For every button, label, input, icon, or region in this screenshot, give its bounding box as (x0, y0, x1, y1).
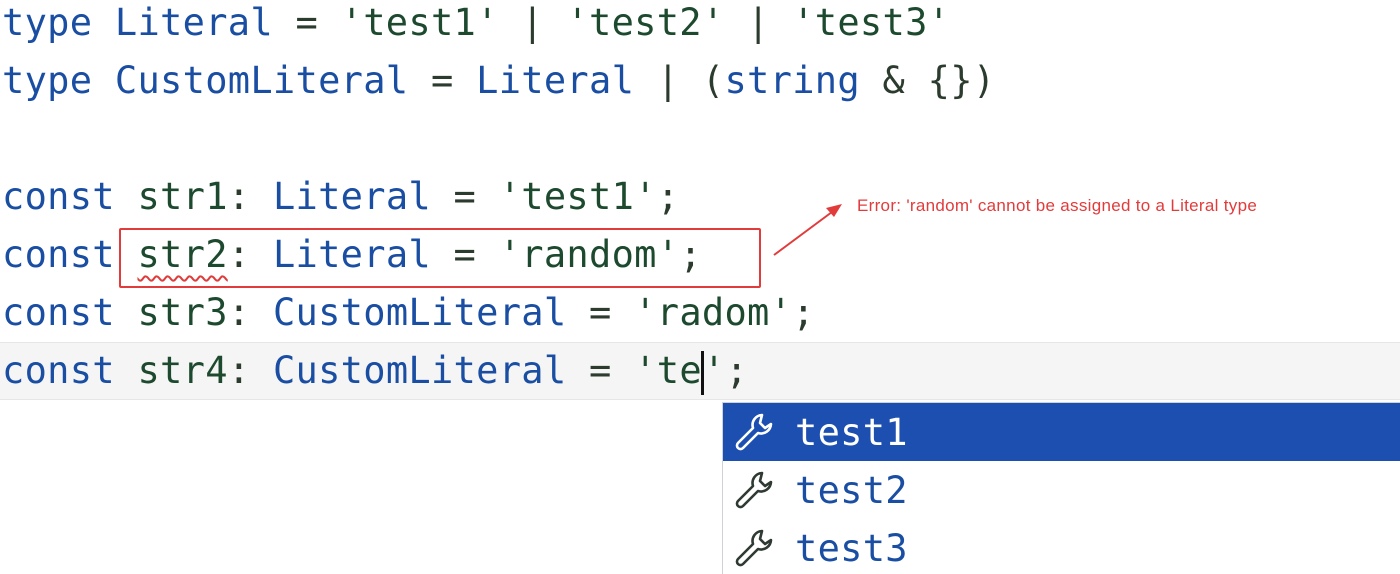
code-line-2[interactable]: type CustomLiteral = Literal | (string &… (2, 52, 995, 110)
operator: = (430, 59, 454, 102)
operator: | (656, 59, 680, 102)
error-highlight-box (119, 228, 761, 288)
colon: : (227, 349, 251, 392)
autocomplete-item-test2[interactable]: test2 (723, 461, 1400, 519)
wrench-icon (735, 471, 773, 509)
keyword: string (724, 59, 860, 102)
type-annotation: CustomLiteral (272, 349, 567, 392)
type-annotation: CustomLiteral (272, 291, 567, 334)
keyword: type (2, 59, 93, 102)
operator: = (295, 1, 319, 44)
string-literal-close: ' (702, 349, 726, 392)
operator: = (453, 175, 477, 218)
autocomplete-label: test2 (795, 468, 908, 512)
semicolon: ; (792, 291, 815, 334)
variable-name: str4 (137, 349, 228, 392)
string-literal: 'test1' (340, 1, 499, 44)
operator: = (589, 349, 612, 392)
semicolon: ; (725, 349, 749, 392)
string-literal: 'test1' (498, 175, 657, 218)
operator: = (589, 291, 612, 334)
keyword: const (2, 291, 115, 334)
colon: : (227, 175, 251, 218)
autocomplete-item-test1[interactable]: test1 (723, 403, 1400, 461)
code-line-7[interactable]: const str4: CustomLiteral = 'te'; (2, 342, 748, 400)
operator: & (882, 59, 906, 102)
variable-name: str3 (137, 291, 228, 334)
string-literal-partial: 'te (634, 349, 702, 392)
type-annotation: Literal (272, 175, 431, 218)
wrench-icon (735, 529, 773, 567)
code-editor[interactable]: type Literal = 'test1' | 'test2' | 'test… (0, 0, 1400, 574)
autocomplete-item-test3[interactable]: test3 (723, 519, 1400, 574)
variable-name: str1 (137, 175, 228, 218)
operator: | (521, 1, 544, 44)
string-literal: 'test3' (792, 1, 951, 44)
object-literal: {} (927, 59, 973, 102)
error-annotation-text: Error: 'random' cannot be assigned to a … (857, 196, 1258, 215)
code-line-4[interactable]: const str1: Literal = 'test1'; (2, 168, 679, 226)
type-reference: Literal (476, 59, 635, 102)
keyword: const (2, 349, 115, 392)
type-name: Literal (114, 1, 273, 44)
type-name: CustomLiteral (114, 59, 409, 102)
autocomplete-label: test3 (795, 526, 908, 570)
paren: ( (701, 59, 725, 102)
autocomplete-popup[interactable]: test1 test2 test3 (722, 402, 1400, 574)
paren: ) (972, 59, 996, 102)
wrench-icon (735, 413, 773, 451)
code-line-6[interactable]: const str3: CustomLiteral = 'radom'; (2, 284, 815, 342)
keyword: const (2, 233, 115, 276)
colon: : (227, 291, 251, 334)
semicolon: ; (656, 175, 680, 218)
keyword: type (2, 1, 93, 44)
keyword: const (2, 175, 115, 218)
operator: | (747, 1, 770, 44)
autocomplete-label: test1 (795, 410, 908, 454)
annotation-arrow (773, 204, 842, 256)
string-literal: 'test2' (566, 1, 725, 44)
string-literal: 'radom' (634, 291, 793, 334)
code-line-1[interactable]: type Literal = 'test1' | 'test2' | 'test… (2, 0, 950, 52)
